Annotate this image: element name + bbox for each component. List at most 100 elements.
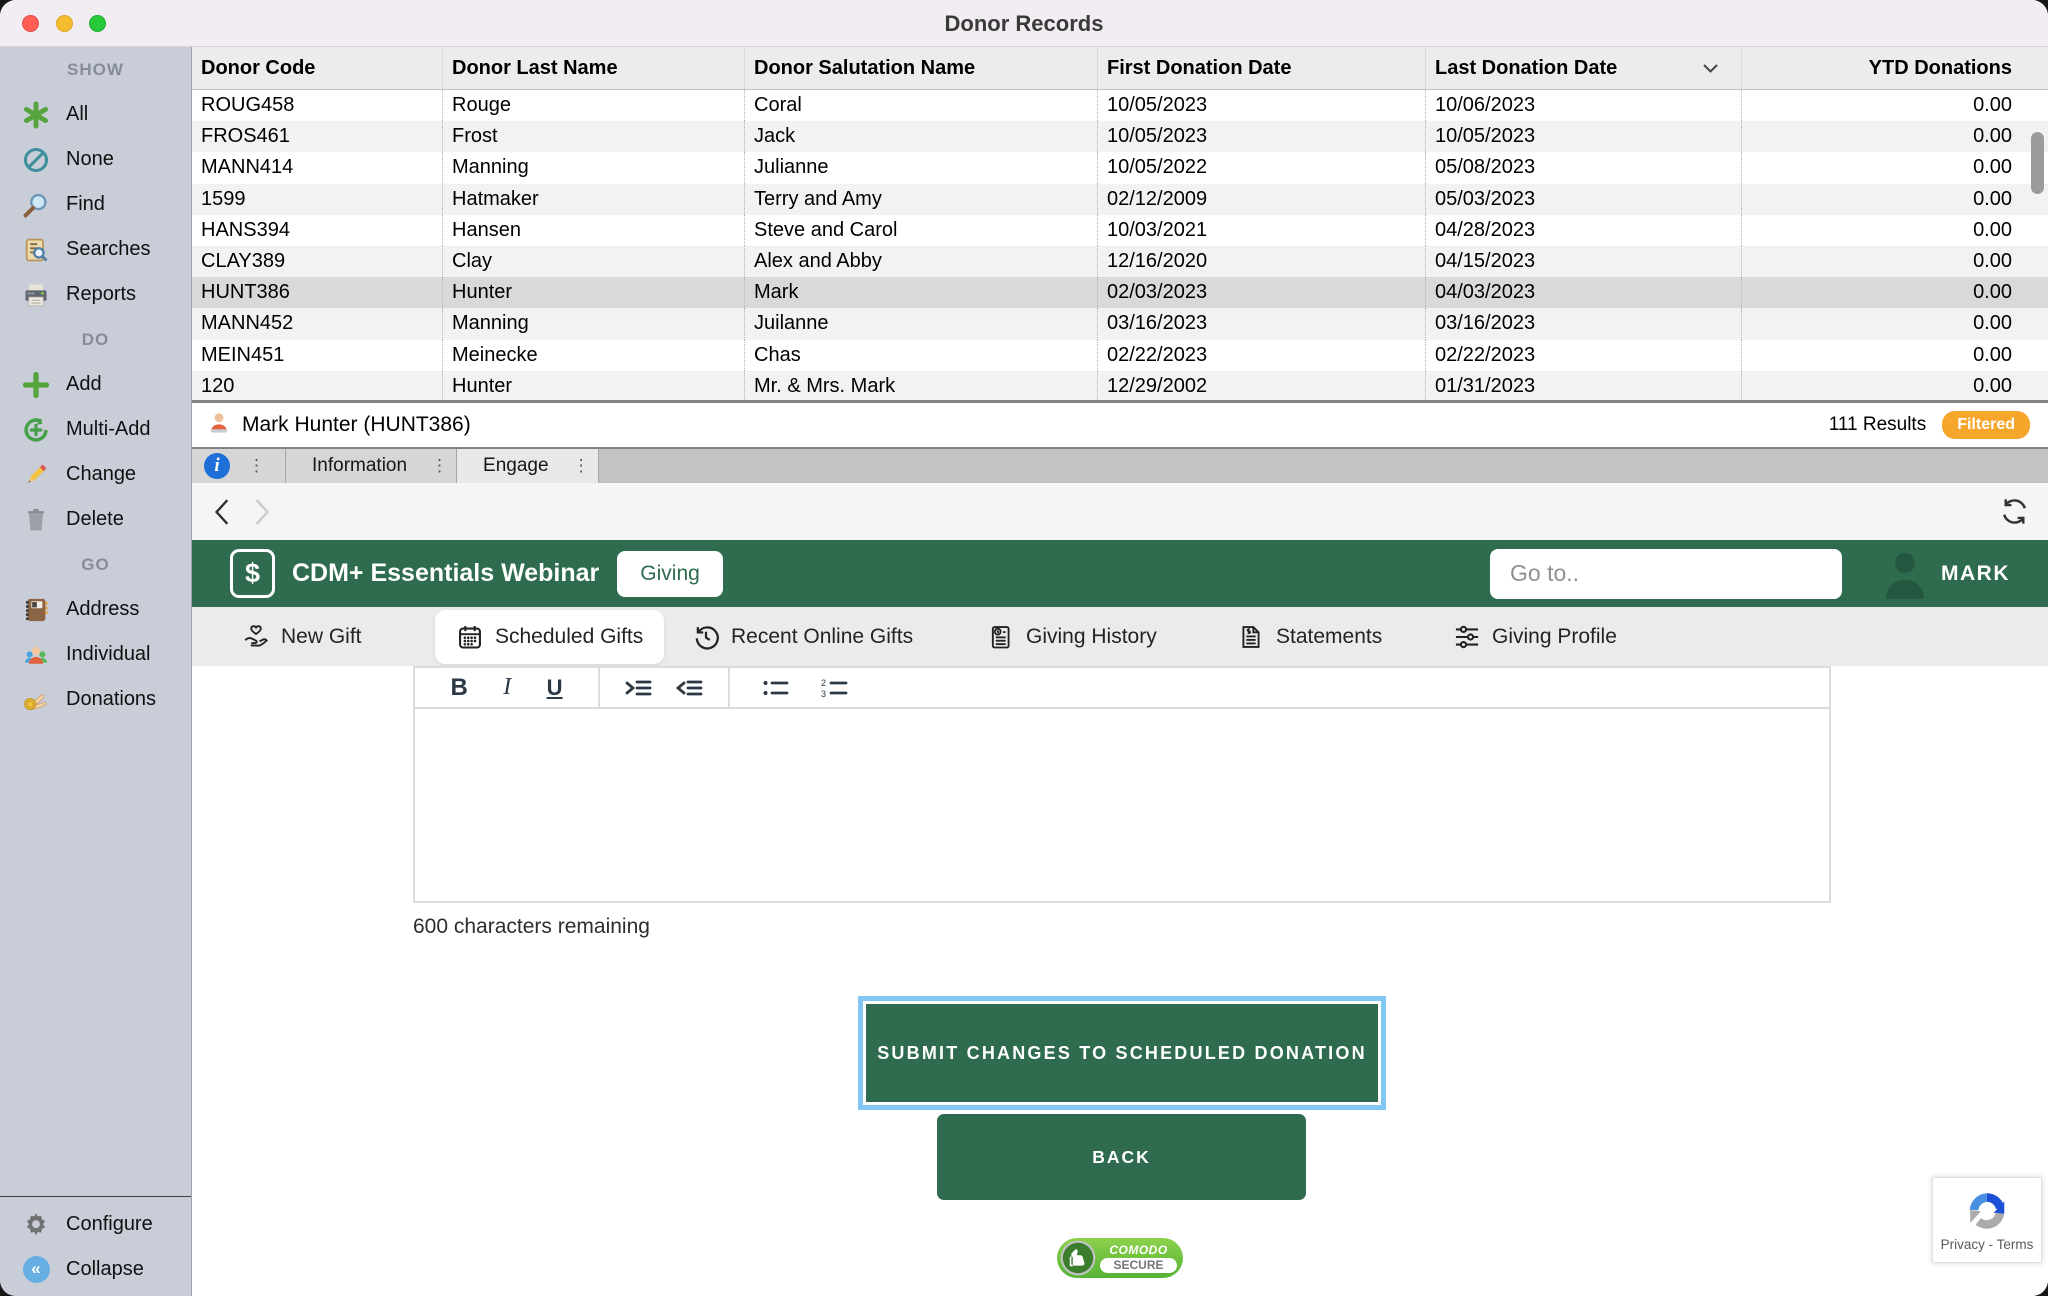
record-tab-information[interactable]: Information⋮ (286, 449, 457, 483)
table-row-120[interactable]: 120HunterMr. & Mrs. Mark12/29/200201/31/… (192, 371, 2048, 402)
cell-last[interactable]: Manning (442, 152, 744, 183)
cell-last_date[interactable]: 04/15/2023 (1425, 246, 1741, 277)
cell-last[interactable]: Hatmaker (442, 184, 744, 215)
table-row-mann452[interactable]: MANN452ManningJuilanne03/16/202303/16/20… (192, 308, 2048, 339)
cell-last[interactable]: Hansen (442, 215, 744, 246)
filtered-badge[interactable]: Filtered (1942, 411, 2030, 439)
cell-first_date[interactable]: 12/29/2002 (1097, 371, 1425, 402)
sidebar-item-searches[interactable]: Searches (0, 227, 191, 272)
back-nav-icon[interactable] (210, 497, 236, 527)
cell-code[interactable]: HUNT386 (192, 277, 442, 308)
cell-ytd[interactable]: 0.00 (1741, 246, 2024, 277)
recaptcha-badge[interactable]: Privacy - Terms (1932, 1177, 2042, 1263)
cell-last_date[interactable]: 10/06/2023 (1425, 90, 1741, 121)
column-header-last-donation-date[interactable]: Last Donation Date (1425, 47, 1741, 89)
info-tab[interactable]: i ⋮ (192, 449, 286, 483)
giving-tab-scheduled-gifts[interactable]: Scheduled Gifts (435, 610, 664, 664)
refresh-icon[interactable] (1999, 496, 2030, 527)
cell-code[interactable]: ROUG458 (192, 90, 442, 121)
cell-last_date[interactable]: 05/08/2023 (1425, 152, 1741, 183)
outdent-icon[interactable] (676, 677, 703, 699)
column-header-ytd-donations[interactable]: YTD Donations (1741, 47, 2024, 89)
cell-last_date[interactable]: 03/16/2023 (1425, 308, 1741, 339)
cell-last[interactable]: Meinecke (442, 340, 744, 371)
cell-code[interactable]: 1599 (192, 184, 442, 215)
kebab-menu-icon[interactable]: ⋮ (248, 456, 265, 476)
comodo-secure-badge[interactable]: COMODO SECURE (1057, 1238, 1183, 1278)
italic-button[interactable]: I (503, 674, 511, 701)
table-row-clay389[interactable]: CLAY389ClayAlex and Abby12/16/202004/15/… (192, 246, 2048, 277)
cell-salutation[interactable]: Julianne (744, 152, 1097, 183)
cell-first_date[interactable]: 02/22/2023 (1097, 340, 1425, 371)
table-row-roug458[interactable]: ROUG458RougeCoral10/05/202310/06/20230.0… (192, 90, 2048, 121)
cell-ytd[interactable]: 0.00 (1741, 371, 2024, 402)
cell-first_date[interactable]: 02/03/2023 (1097, 277, 1425, 308)
column-header-donor-code[interactable]: Donor Code (192, 47, 442, 89)
sidebar-item-reports[interactable]: Reports (0, 272, 191, 317)
column-header-donor-salutation-name[interactable]: Donor Salutation Name (744, 47, 1097, 89)
user-avatar[interactable] (1882, 549, 1928, 599)
cell-ytd[interactable]: 0.00 (1741, 340, 2024, 371)
cell-ytd[interactable]: 0.00 (1741, 277, 2024, 308)
cell-code[interactable]: FROS461 (192, 121, 442, 152)
cell-first_date[interactable]: 10/05/2023 (1097, 90, 1425, 121)
cell-first_date[interactable]: 03/16/2023 (1097, 308, 1425, 339)
cell-last_date[interactable]: 10/05/2023 (1425, 121, 1741, 152)
kebab-menu-icon[interactable]: ⋮ (573, 456, 590, 476)
table-row-mann414[interactable]: MANN414ManningJulianne10/05/202205/08/20… (192, 152, 2048, 183)
cell-code[interactable]: 120 (192, 371, 442, 402)
cell-ytd[interactable]: 0.00 (1741, 121, 2024, 152)
numbered-list-icon[interactable]: 23 (821, 677, 848, 699)
sort-chevron-down-icon[interactable] (1702, 57, 1719, 80)
cell-last_date[interactable]: 05/03/2023 (1425, 184, 1741, 215)
back-button[interactable]: BACK (937, 1114, 1306, 1200)
bullet-list-icon[interactable] (762, 677, 789, 699)
vertical-scrollbar-thumb[interactable] (2031, 132, 2044, 194)
cell-code[interactable]: MANN452 (192, 308, 442, 339)
table-row-hans394[interactable]: HANS394HansenSteve and Carol10/03/202104… (192, 215, 2048, 246)
cell-first_date[interactable]: 10/03/2021 (1097, 215, 1425, 246)
cell-last[interactable]: Hunter (442, 371, 744, 402)
table-row-1599[interactable]: 1599HatmakerTerry and Amy02/12/200905/03… (192, 184, 2048, 215)
cell-last[interactable]: Clay (442, 246, 744, 277)
cell-salutation[interactable]: Alex and Abby (744, 246, 1097, 277)
underline-button[interactable]: U (547, 675, 563, 701)
sidebar-item-configure[interactable]: Configure (0, 1202, 191, 1247)
cell-ytd[interactable]: 0.00 (1741, 152, 2024, 183)
cell-code[interactable]: CLAY389 (192, 246, 442, 277)
cell-last[interactable]: Manning (442, 308, 744, 339)
cell-last_date[interactable]: 04/28/2023 (1425, 215, 1741, 246)
sidebar-item-delete[interactable]: Delete (0, 497, 191, 542)
cell-ytd[interactable]: 0.00 (1741, 184, 2024, 215)
sidebar-item-address[interactable]: Address (0, 587, 191, 632)
table-row-mein451[interactable]: MEIN451MeineckeChas02/22/202302/22/20230… (192, 340, 2048, 371)
sidebar-item-individual[interactable]: Individual (0, 632, 191, 677)
cell-code[interactable]: MANN414 (192, 152, 442, 183)
giving-tab-new-gift[interactable]: New Gift (242, 607, 362, 666)
indent-icon[interactable] (625, 677, 652, 699)
giving-tab-giving-history[interactable]: Giving History (987, 607, 1157, 666)
cell-salutation[interactable]: Terry and Amy (744, 184, 1097, 215)
cell-last_date[interactable]: 04/03/2023 (1425, 277, 1741, 308)
cell-code[interactable]: HANS394 (192, 215, 442, 246)
submit-changes-button[interactable]: SUBMIT CHANGES TO SCHEDULED DONATION (866, 1004, 1378, 1102)
username-label[interactable]: MARK (1941, 562, 2010, 586)
cell-last_date[interactable]: 01/31/2023 (1425, 371, 1741, 402)
kebab-menu-icon[interactable]: ⋮ (431, 456, 448, 476)
cell-salutation[interactable]: Coral (744, 90, 1097, 121)
bold-button[interactable]: B (450, 674, 467, 702)
sidebar-item-find[interactable]: Find (0, 182, 191, 227)
cell-ytd[interactable]: 0.00 (1741, 308, 2024, 339)
table-row-hunt386[interactable]: HUNT386HunterMark02/03/202304/03/20230.0… (192, 277, 2048, 308)
cell-ytd[interactable]: 0.00 (1741, 90, 2024, 121)
sidebar-item-all[interactable]: All (0, 92, 191, 137)
column-header-first-donation-date[interactable]: First Donation Date (1097, 47, 1425, 89)
forward-nav-icon[interactable] (248, 497, 274, 527)
cell-first_date[interactable]: 10/05/2023 (1097, 121, 1425, 152)
cell-salutation[interactable]: Mr. & Mrs. Mark (744, 371, 1097, 402)
cell-salutation[interactable]: Juilanne (744, 308, 1097, 339)
giving-badge[interactable]: Giving (617, 551, 723, 597)
giving-tab-recent-online-gifts[interactable]: Recent Online Gifts (692, 607, 913, 666)
cell-salutation[interactable]: Chas (744, 340, 1097, 371)
sidebar-item-collapse[interactable]: «Collapse (0, 1247, 191, 1292)
